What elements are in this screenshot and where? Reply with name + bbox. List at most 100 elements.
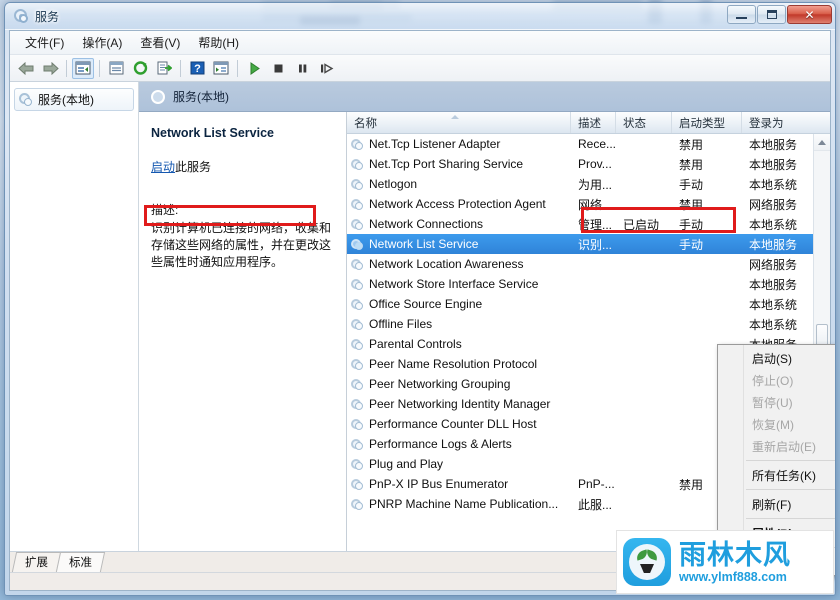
help-icon[interactable]: ?	[186, 58, 208, 79]
close-button[interactable]: ✕	[787, 5, 832, 24]
column-header-status[interactable]: 状态	[616, 112, 672, 133]
table-row[interactable]: Network List Service 识别... 手动 本地服务	[347, 234, 830, 254]
row-desc-cell: 识别...	[578, 237, 613, 252]
services-window: 服务 ✕ 文件(F) 操作(A) 查看(V) 帮助(H) ? 服务(本地) 服务…	[4, 2, 836, 596]
export-list-icon[interactable]	[153, 58, 175, 79]
toolbar-separator-2	[99, 59, 100, 77]
window-buttons: ✕	[727, 5, 832, 24]
window-client-area: 文件(F) 操作(A) 查看(V) 帮助(H) ? 服务(本地) 服务(本地) …	[9, 30, 835, 591]
stop-service-icon[interactable]	[267, 58, 289, 79]
start-service-icon[interactable]	[243, 58, 265, 79]
menu-action[interactable]: 操作(A)	[73, 31, 131, 54]
detail-description-label: 描述:	[151, 203, 179, 217]
service-gear-icon	[351, 478, 364, 491]
menu-view[interactable]: 查看(V)	[131, 31, 189, 54]
row-name-label: Netlogon	[369, 177, 418, 191]
row-name-cell: Plug and Play	[347, 457, 571, 471]
table-row[interactable]: Net.Tcp Port Sharing Service Prov... 禁用 本地服…	[347, 154, 830, 174]
row-name-label: Peer Name Resolution Protocol	[369, 357, 538, 371]
show-action-pane-icon[interactable]	[210, 58, 232, 79]
context-menu-separator	[746, 489, 835, 490]
refresh-icon[interactable]	[129, 58, 151, 79]
table-row[interactable]: Network Access Protection Agent 网络... 禁用 网络…	[347, 194, 830, 214]
row-name-cell: Netlogon	[347, 177, 571, 191]
maximize-icon	[766, 10, 777, 19]
table-row[interactable]: Offline Files 本地系统	[347, 314, 830, 334]
table-row[interactable]: Network Connections 管理... 已启动 手动 本地系统	[347, 214, 830, 234]
table-row[interactable]: Network Store Interface Service 本地服务	[347, 274, 830, 294]
row-desc-cell: 网络...	[578, 197, 613, 212]
show-hide-tree-icon[interactable]	[72, 57, 94, 79]
column-header-logon[interactable]: 登录为	[742, 112, 808, 133]
service-gear-icon	[351, 398, 364, 411]
ctx-pause-label: 暂停(U)	[752, 395, 793, 410]
row-name-cell: PNRP Machine Name Publication...	[347, 497, 571, 511]
service-gear-icon	[351, 178, 364, 191]
list-header-row: 名称 描述 状态 启动类型 登录为	[347, 112, 830, 134]
row-name-cell: Network Store Interface Service	[347, 277, 571, 291]
tab-extended[interactable]: 扩展	[11, 552, 62, 572]
tree-node-label: 服务(本地)	[38, 93, 94, 107]
menu-bar: 文件(F) 操作(A) 查看(V) 帮助(H)	[10, 31, 830, 55]
row-name-cell: Performance Logs & Alerts	[347, 437, 571, 451]
row-name-label: Performance Logs & Alerts	[369, 437, 512, 451]
menu-help[interactable]: 帮助(H)	[189, 31, 248, 54]
column-header-desc[interactable]: 描述	[571, 112, 616, 133]
maximize-button[interactable]	[757, 5, 786, 24]
toolbar: ?	[10, 55, 830, 82]
ctx-start-label: 启动(S)	[752, 351, 792, 366]
row-desc-cell: PnP-...	[578, 477, 615, 491]
properties-icon[interactable]	[105, 58, 127, 79]
ctx-all-tasks[interactable]: 所有任务(K)	[718, 464, 835, 486]
tree-node-services-local[interactable]: 服务(本地)	[14, 88, 134, 111]
main-split: 服务(本地) 服务(本地) Network List Service 启动此服务	[10, 82, 835, 576]
ctx-start[interactable]: 启动(S)	[718, 347, 835, 369]
pause-service-icon[interactable]	[291, 58, 313, 79]
minimize-button[interactable]	[727, 5, 756, 24]
row-name-cell: PnP-X IP Bus Enumerator	[347, 477, 571, 491]
service-gear-icon	[351, 258, 364, 271]
start-service-link[interactable]: 启动	[151, 160, 175, 174]
services-gear-icon	[151, 89, 165, 104]
row-logon-cell: 本地系统	[749, 217, 798, 232]
table-row[interactable]: Network Location Awareness 网络服务	[347, 254, 830, 274]
scroll-up-arrow-icon[interactable]	[814, 134, 830, 151]
service-gear-icon	[351, 438, 364, 451]
table-row[interactable]: Netlogon 为用... 手动 本地系统	[347, 174, 830, 194]
row-name-cell: Net.Tcp Listener Adapter	[347, 137, 571, 151]
service-gear-icon	[351, 318, 364, 331]
ctx-refresh[interactable]: 刷新(F)	[718, 493, 835, 515]
results-pane-header: 服务(本地)	[139, 82, 830, 112]
row-status-cell: 已启动	[623, 217, 660, 232]
back-arrow-icon[interactable]	[15, 58, 37, 79]
row-name-cell: Network List Service	[347, 237, 571, 251]
ctx-stop: 停止(O)	[718, 369, 835, 391]
row-desc-cell: 为用...	[578, 177, 613, 192]
table-row[interactable]: Office Source Engine 本地系统	[347, 294, 830, 314]
start-service-suffix: 此服务	[175, 160, 212, 174]
column-header-name[interactable]: 名称	[347, 112, 571, 133]
toolbar-separator-1	[66, 59, 67, 77]
menu-file[interactable]: 文件(F)	[16, 31, 73, 54]
row-name-label: PNRP Machine Name Publication...	[369, 497, 559, 511]
services-gear-icon	[13, 8, 29, 24]
table-row[interactable]: Net.Tcp Listener Adapter Rece... 禁用 本地服务	[347, 134, 830, 154]
row-logon-cell: 本地系统	[749, 317, 798, 332]
forward-arrow-icon[interactable]	[39, 58, 61, 79]
row-name-cell: Performance Counter DLL Host	[347, 417, 571, 431]
tab-standard[interactable]: 标准	[55, 552, 106, 572]
row-startup-cell: 手动	[679, 237, 704, 252]
row-name-cell: Net.Tcp Port Sharing Service	[347, 157, 571, 171]
minimize-icon	[736, 16, 747, 19]
column-header-startup[interactable]: 启动类型	[672, 112, 742, 133]
context-menu-separator	[746, 518, 835, 519]
row-logon-cell: 本地系统	[749, 297, 798, 312]
context-menu-separator	[746, 460, 835, 461]
row-name-label: Peer Networking Identity Manager	[369, 397, 551, 411]
row-startup-cell: 禁用	[679, 157, 704, 172]
row-desc-cell: Prov...	[578, 157, 612, 171]
restart-service-icon[interactable]	[315, 58, 337, 79]
row-logon-cell: 本地服务	[749, 157, 798, 172]
svg-text:?: ?	[194, 63, 201, 75]
close-icon: ✕	[804, 7, 815, 22]
